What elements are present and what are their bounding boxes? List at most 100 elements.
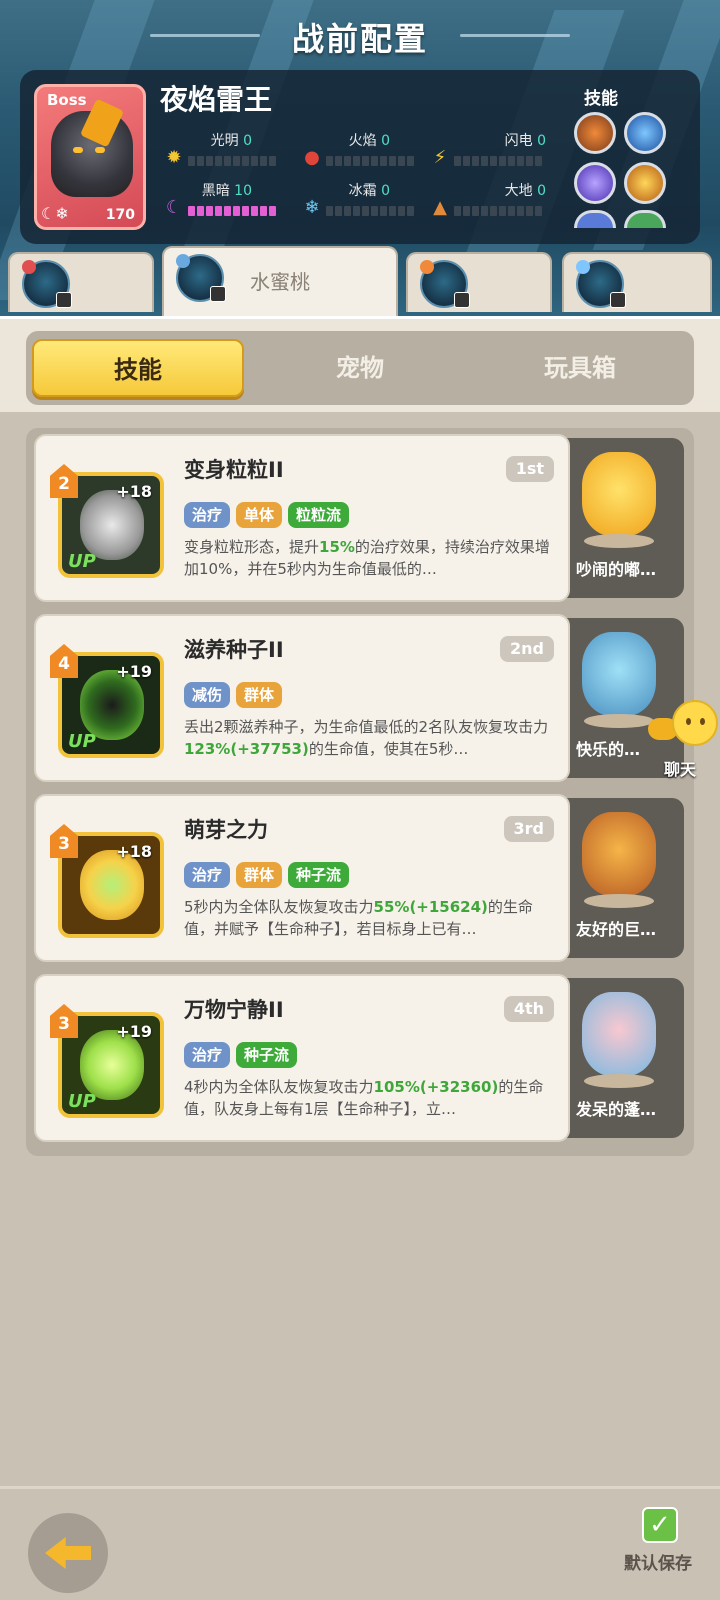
boss-skills-label: 技能 — [584, 89, 618, 109]
skill-row-4: 发呆的蓬… +19 UP 3 万物宁静II 4th 治疗 种子流 4秒内为全体队… — [34, 974, 686, 1142]
flame-icon: ● — [304, 147, 320, 168]
boss-skill-icon-6[interactable] — [624, 210, 666, 228]
moon-icon: ☾ — [165, 197, 183, 218]
chat-label[interactable]: 聊天 — [664, 756, 696, 780]
skill-order: 3rd — [503, 816, 554, 842]
skill-order: 4th — [503, 996, 554, 1022]
skill-tag: 治疗 — [184, 502, 231, 528]
skill-card[interactable]: +18 3 萌芽之力 3rd 治疗 群体 种子流 5秒内为全体队友恢复攻击力55… — [34, 794, 570, 962]
skill-rank-badge: 3 — [50, 824, 78, 858]
pet-name: 友好的巨… — [576, 920, 657, 939]
skill-rank-badge: 2 — [50, 464, 78, 498]
category-tab-bar: 技能 宠物 玩具箱 — [0, 316, 720, 412]
pet-pedestal — [584, 714, 654, 728]
hero-tab-1[interactable] — [8, 252, 154, 312]
boss-element-icons: ☾❄ — [41, 204, 69, 223]
skill-order: 1st — [505, 456, 554, 482]
pet-image — [582, 812, 656, 896]
boss-skill-icon-3[interactable] — [574, 162, 616, 204]
skill-tag: 治疗 — [184, 1042, 231, 1068]
element-light: 光明 0 ✹ — [164, 130, 276, 170]
lightning-icon: ⚡ — [433, 147, 447, 168]
skill-title: 滋养种子II — [184, 638, 284, 662]
skill-row-3: 友好的巨… +18 3 萌芽之力 3rd 治疗 群体 种子流 5秒内为全体队友恢… — [34, 794, 686, 962]
boss-level: 170 — [105, 207, 135, 223]
hero-tab-2[interactable]: 水蜜桃 — [162, 246, 398, 316]
snowflake-icon: ❄ — [304, 197, 320, 218]
pet-slot[interactable]: 快乐的… — [554, 618, 684, 778]
skill-title: 变身粒粒II — [184, 458, 284, 482]
skill-tag: 群体 — [236, 862, 283, 888]
skill-tag: 群体 — [236, 682, 283, 708]
skill-description: 变身粒粒形态，提升15%的治疗效果，持续治疗效果增加10%，并在5秒内为生命值最… — [184, 538, 550, 578]
boss-tag: Boss — [47, 91, 87, 109]
boss-card[interactable]: Boss ☾❄ 170 — [34, 84, 146, 230]
pet-name: 发呆的蓬… — [576, 1100, 657, 1119]
boss-name: 夜焰雷王 — [160, 83, 273, 116]
pet-slot[interactable]: 友好的巨… — [554, 798, 684, 958]
pet-pedestal — [584, 894, 654, 908]
skill-tag: 种子流 — [288, 862, 350, 888]
skill-tag: 粒粒流 — [288, 502, 350, 528]
skill-card[interactable]: +19 UP 4 滋养种子II 2nd 减伤 群体 丢出2颗滋养种子，为生命值最… — [34, 614, 570, 782]
pet-slot[interactable]: 吵闹的嘟… — [554, 438, 684, 598]
skill-row-2: 快乐的… +19 UP 4 滋养种子II 2nd 减伤 群体 丢出2颗滋养种子，… — [34, 614, 686, 782]
back-arrow-icon — [45, 1537, 91, 1569]
element-earth: 大地 0 ▲ — [430, 180, 560, 220]
skill-tags: 治疗 种子流 — [184, 1042, 298, 1068]
skill-order: 2nd — [500, 636, 554, 662]
boss-portrait — [51, 111, 133, 197]
skill-tag: 单体 — [236, 502, 283, 528]
footer-bar: ✓ 默认保存 — [0, 1486, 720, 1600]
default-save-label[interactable]: 默认保存 — [624, 1549, 692, 1574]
skill-tags: 减伤 群体 — [184, 682, 283, 708]
hero-tab-3[interactable] — [406, 252, 552, 312]
skill-tags: 治疗 单体 粒粒流 — [184, 502, 350, 528]
hero-avatar — [176, 254, 226, 302]
hero-tab-label: 水蜜桃 — [250, 270, 310, 294]
boss-skill-icon-4[interactable] — [624, 162, 666, 204]
pet-image — [582, 992, 656, 1076]
skill-rank-badge: 4 — [50, 644, 78, 678]
skill-card[interactable]: +19 UP 3 万物宁静II 4th 治疗 种子流 4秒内为全体队友恢复攻击力… — [34, 974, 570, 1142]
skill-description: 5秒内为全体队友恢复攻击力55%(+15624)的生命值，并赋予【生命种子】，若… — [184, 898, 533, 938]
page-title: 战前配置 — [291, 20, 428, 58]
skill-card[interactable]: +18 UP 2 变身粒粒II 1st 治疗 单体 粒粒流 变身粒粒形态，提升1… — [34, 434, 570, 602]
boss-info-panel: Boss ☾❄ 170 夜焰雷王 光明 0 ✹ 火焰 0 ● 闪电 0 ⚡ 黑暗… — [20, 70, 700, 244]
boss-skill-icon-2[interactable] — [624, 112, 666, 154]
boss-skill-icon-5[interactable] — [574, 210, 616, 228]
hero-tab-4[interactable] — [562, 252, 712, 312]
boss-skill-icon-1[interactable] — [574, 112, 616, 154]
element-fire: 火焰 0 ● — [302, 130, 414, 170]
tab-pets[interactable]: 宠物 — [254, 339, 466, 397]
skill-description: 4秒内为全体队友恢复攻击力105%(+32360)的生命值，队友身上每有1层【生… — [184, 1078, 544, 1118]
pet-pedestal — [584, 534, 654, 548]
pet-image — [582, 452, 656, 536]
element-lightning: 闪电 0 ⚡ — [430, 130, 560, 170]
skill-row-1: 吵闹的嘟… +18 UP 2 变身粒粒II 1st 治疗 单体 粒粒流 变身粒粒… — [34, 434, 686, 602]
element-dark: 黑暗 10 ☾ — [164, 180, 276, 220]
sun-icon: ✹ — [166, 147, 182, 168]
chat-smiley-icon[interactable] — [672, 700, 718, 746]
pet-name: 吵闹的嘟… — [576, 560, 657, 579]
checkbox-icon[interactable]: ✓ — [642, 1507, 678, 1543]
skill-description: 丢出2颗滋养种子，为生命值最低的2名队友恢复攻击力123%(+37753)的生命… — [184, 718, 549, 758]
tab-skills[interactable]: 技能 — [32, 339, 244, 397]
skill-title: 万物宁静II — [184, 998, 284, 1022]
pet-slot[interactable]: 发呆的蓬… — [554, 978, 684, 1138]
pet-name: 快乐的… — [576, 740, 641, 759]
skill-title: 萌芽之力 — [184, 818, 268, 842]
skill-rank-badge: 3 — [50, 1004, 78, 1038]
skill-tag: 种子流 — [236, 1042, 298, 1068]
skill-tags: 治疗 群体 种子流 — [184, 862, 350, 888]
pet-image — [582, 632, 656, 716]
pet-pedestal — [584, 1074, 654, 1088]
skill-tag: 减伤 — [184, 682, 231, 708]
back-button[interactable] — [28, 1513, 108, 1593]
hero-avatar — [576, 260, 626, 308]
skill-tag: 治疗 — [184, 862, 231, 888]
hero-avatar — [420, 260, 470, 308]
tab-toybox[interactable]: 玩具箱 — [474, 339, 686, 397]
mountain-icon: ▲ — [433, 197, 447, 218]
element-frost: 冰霜 0 ❄ — [302, 180, 414, 220]
